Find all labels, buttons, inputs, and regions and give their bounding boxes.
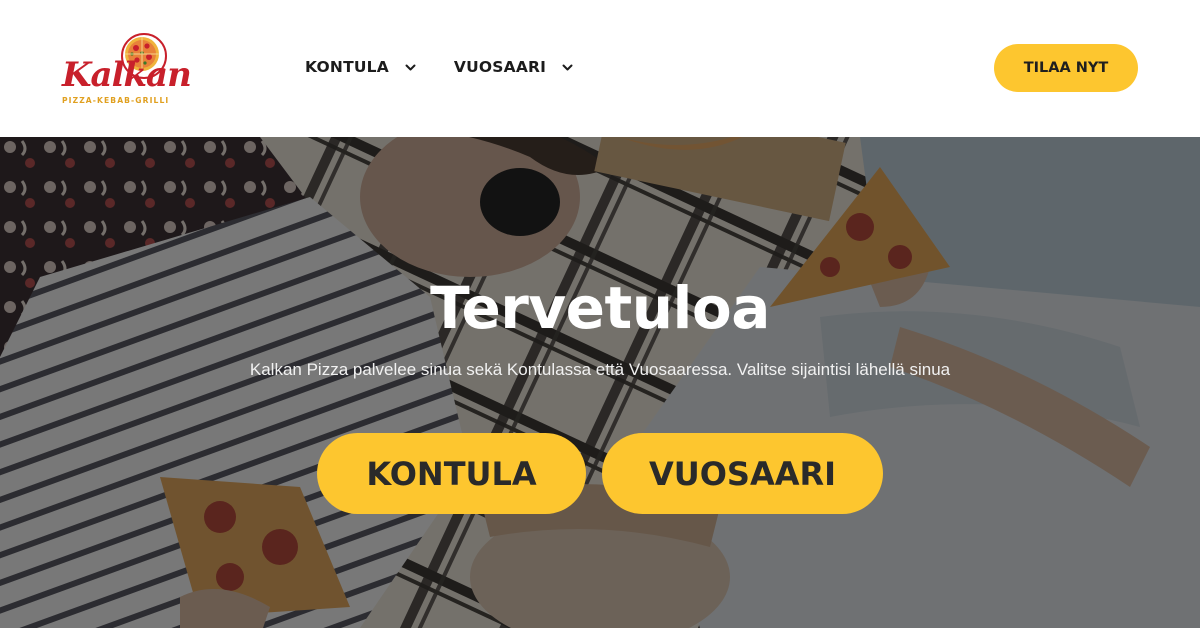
hero-subtitle: Kalkan Pizza palvelee sinua sekä Kontula… (249, 360, 951, 379)
logo-tagline: PIZZA-KEBAB-GRILLI (62, 96, 170, 105)
nav-item-label: KONTULA (305, 58, 389, 76)
chevron-down-icon (562, 64, 573, 70)
chevron-down-icon (405, 64, 416, 70)
kalkan-logo[interactable]: Kalkan PIZZA-KEBAB-GRILLI (60, 32, 192, 106)
hero-section: Tervetuloa Kalkan Pizza palvelee sinua s… (0, 137, 1200, 628)
nav-item-kontula[interactable]: KONTULA (305, 56, 416, 78)
site-header: Kalkan PIZZA-KEBAB-GRILLI KONTULA VUOSAA… (0, 0, 1200, 137)
vuosaari-button[interactable]: VUOSAARI (602, 433, 883, 514)
kontula-button[interactable]: KONTULA (317, 433, 586, 514)
hero-title: Tervetuloa (430, 274, 770, 342)
nav-item-label: VUOSAARI (453, 58, 547, 76)
hero-dark-overlay (0, 137, 1200, 628)
main-nav: KONTULA VUOSAARI (305, 56, 573, 78)
logo-wordmark: Kalkan (62, 55, 192, 95)
nav-item-vuosaari[interactable]: VUOSAARI (454, 56, 573, 78)
order-now-button[interactable]: TILAA NYT (994, 44, 1138, 92)
